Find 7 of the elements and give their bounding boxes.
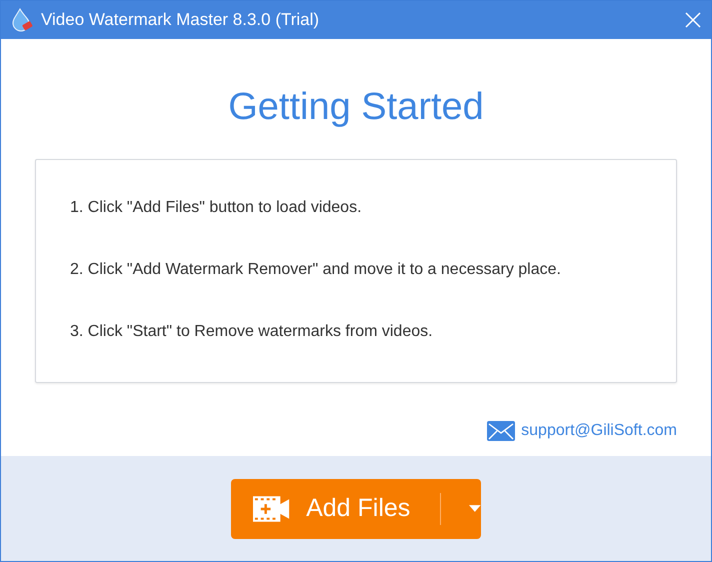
instruction-step: 3. Click "Start" to Remove watermarks from videos. bbox=[70, 322, 676, 342]
add-files-button[interactable]: Add Files bbox=[231, 478, 481, 538]
page-heading: Getting Started bbox=[228, 85, 484, 129]
instruction-step: 2. Click "Add Watermark Remover" and move it to a necessary place. bbox=[70, 260, 676, 280]
support-email-link[interactable]: support@GiliSoft.com bbox=[521, 422, 677, 440]
instruction-step: 1. Click "Add Files" button to load videos. bbox=[70, 198, 676, 218]
window-title: Video Watermark Master 8.3.0 (Trial) bbox=[41, 10, 320, 30]
